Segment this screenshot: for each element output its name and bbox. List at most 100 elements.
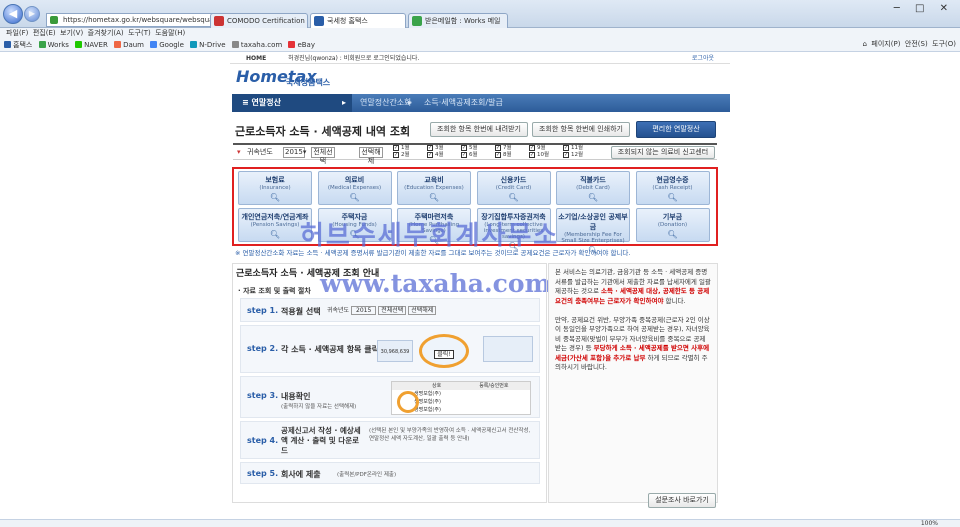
fav-naver[interactable]: NAVER xyxy=(75,39,108,51)
home-icon[interactable]: ⌂ xyxy=(863,40,867,48)
fav-hometax[interactable]: 홈택스 xyxy=(4,39,32,51)
category-card[interactable]: 신용카드 (Credit Card) 🔍︎ xyxy=(476,171,551,205)
chevron-right-icon: ▸ xyxy=(408,98,413,107)
category-subtitle: (Education Expenses) xyxy=(404,185,464,191)
month-checkbox[interactable]: ✓ 10월 xyxy=(529,152,549,159)
fav-ndrive[interactable]: N-Drive xyxy=(190,39,226,51)
month-checkbox[interactable]: ✓ 1월 xyxy=(393,145,410,152)
home-link[interactable]: HOME xyxy=(246,55,266,62)
search-icon: 🔍︎ xyxy=(269,193,281,202)
download-all-button[interactable]: 조회한 항목 한번에 내려받기 xyxy=(430,122,528,137)
tab-works-mail[interactable]: 받은메일함 : Works 메일 xyxy=(408,13,508,28)
menu-view[interactable]: 보기(V) xyxy=(60,29,83,37)
command-bar: ⌂ 페이지(P) 안전(S) 도구(O) xyxy=(863,38,956,51)
category-title: 보험료 xyxy=(265,176,285,184)
category-title: 직불카드 xyxy=(580,176,606,184)
step1-row: step 1. 적용월 선택 귀속년도 2015 전체선택 선택해제 xyxy=(240,298,540,322)
convenient-year-end-button[interactable]: 편리한 연말정산 xyxy=(636,121,716,138)
step4-label: step 4. xyxy=(247,436,279,445)
cmd-tools[interactable]: 도구(O) xyxy=(932,40,956,48)
select-all-button[interactable]: 전체선택 xyxy=(311,147,335,165)
step5-text: 회사에 제출 xyxy=(281,470,321,479)
menu-edit[interactable]: 편집(E) xyxy=(33,29,56,37)
month-checkbox[interactable]: ✓ 9월 xyxy=(529,145,546,152)
guide-subtitle: · 자료 조회 및 출력 절차 xyxy=(238,287,311,295)
print-all-button[interactable]: 조회한 항목 한번에 인쇄하기 xyxy=(532,122,630,137)
category-title: 신용카드 xyxy=(500,176,527,184)
month-checkbox[interactable]: ✓ 7월 xyxy=(495,145,512,152)
month-label: 11월 xyxy=(571,145,584,151)
nav-crumb-deduction[interactable]: 소득·세액공제조회/발급 xyxy=(424,94,503,112)
menu-file[interactable]: 파일(F) xyxy=(6,29,28,37)
hometax-tab-icon xyxy=(314,16,324,26)
category-title: 현금영수증 xyxy=(656,176,689,184)
zoom-level[interactable]: 100% xyxy=(921,520,938,527)
nav-year-end[interactable]: ≡ 연말정산 ▸ xyxy=(232,94,352,112)
category-card[interactable]: 현금영수증 (Cash Receipt) 🔍︎ xyxy=(635,171,710,205)
category-card[interactable]: 직불카드 (Debit Card) 🔍︎ xyxy=(556,171,630,205)
step2-click-demo: 클릭! xyxy=(419,334,469,368)
deselect-button[interactable]: 선택해제 xyxy=(359,147,383,165)
month-label: 5월 xyxy=(469,145,478,151)
menu-help[interactable]: 도움말(H) xyxy=(155,29,185,37)
month-label: 10월 xyxy=(537,152,550,158)
step4-row: step 4. 공제신고서 작성 · 예상세액 계산 · 출력 및 다운로드 (… xyxy=(240,421,540,459)
step5-sub: (출력본/PDF온라인 제출) xyxy=(337,472,397,478)
favorites-bar: 홈택스 Works NAVER Daum Google N-Drive taxa… xyxy=(0,39,960,52)
month-label: 2월 xyxy=(401,152,410,158)
step1-text: 적용월 선택 xyxy=(281,307,321,316)
forward-icon[interactable]: ▶ xyxy=(24,6,40,22)
month-checkbox[interactable]: ✓ 6월 xyxy=(461,152,478,159)
cmd-page[interactable]: 페이지(P) xyxy=(871,40,900,48)
step3-row: step 3. 내용확인 (출력하지 않을 자료는 선택해제) 상호 등록/승인번… xyxy=(240,376,540,418)
category-title: 소기업/소상공인 공제부금 xyxy=(558,213,628,231)
month-checkbox[interactable]: ✓ 11월 xyxy=(563,145,583,152)
month-checkbox[interactable]: ✓ 2월 xyxy=(393,152,410,159)
menu-tools[interactable]: 도구(T) xyxy=(128,29,151,37)
category-subtitle: (Donation) xyxy=(657,222,688,228)
medical-report-center-button[interactable]: 조회되지 않는 의료비 신고센터 xyxy=(611,146,715,159)
survey-button[interactable]: 설문조사 바로가기 xyxy=(648,493,716,508)
fav-daum[interactable]: Daum xyxy=(114,39,144,51)
logout-link[interactable]: 로그아웃 xyxy=(692,53,714,64)
category-subtitle: (Medical Expenses) xyxy=(327,185,382,191)
category-card[interactable]: 보험료 (Insurance) 🔍︎ xyxy=(238,171,312,205)
step5-row: step 5. 회사에 제출 (출력본/PDF온라인 제출) xyxy=(240,462,540,484)
month-label: 6월 xyxy=(469,152,478,158)
month-label: 1월 xyxy=(401,145,410,151)
menu-favorites[interactable]: 즐겨찾기(A) xyxy=(88,29,124,37)
tab-comodo[interactable]: COMODO Certification ... xyxy=(210,13,308,28)
login-status: 허경진님(qwonza) : 비회원으로 로그인되었습니다. xyxy=(288,55,420,62)
category-subtitle: (Insurance) xyxy=(259,185,291,191)
category-card[interactable]: 교육비 (Education Expenses) 🔍︎ xyxy=(397,171,471,205)
month-checkbox[interactable]: ✓ 4월 xyxy=(427,152,444,159)
category-title: 기부금 xyxy=(662,213,683,221)
fav-works[interactable]: Works xyxy=(38,39,69,51)
month-checkbox[interactable]: ✓ 8월 xyxy=(495,152,512,159)
top-utility-strip: HOME 허경진님(qwonza) : 비회원으로 로그인되었습니다. 로그아웃 xyxy=(230,53,730,64)
nav-crumb-simplified[interactable]: 연말정산간소화 xyxy=(360,94,412,112)
search-icon: 🔍︎ xyxy=(428,193,440,202)
year-label: 귀속년도 xyxy=(247,148,273,156)
page-title: 근로소득자 소득 · 세액공제 내역 조회 xyxy=(235,125,411,138)
search-icon: 🔍︎ xyxy=(349,193,360,202)
fav-google[interactable]: Google xyxy=(150,39,184,51)
category-card[interactable]: 의료비 (Medical Expenses) 🔍︎ xyxy=(317,171,392,205)
back-icon[interactable]: ◀ xyxy=(3,4,23,24)
month-label: 4월 xyxy=(435,152,444,158)
fav-ebay[interactable]: eBay xyxy=(288,39,315,51)
watermark-office: 허브수세무회계사무소 xyxy=(300,221,560,251)
month-checkbox[interactable]: ✓ 3월 xyxy=(427,145,444,152)
fav-taxaha[interactable]: taxaha.com xyxy=(231,39,282,51)
step2-text: 각 소득 · 세액공제 항목 클릭 xyxy=(281,345,379,354)
cmd-safety[interactable]: 안전(S) xyxy=(905,40,928,48)
month-checkbox[interactable]: ✓ 5월 xyxy=(461,145,478,152)
category-card[interactable]: 소기업/소상공인 공제부금 (Membership Fee For Small S… xyxy=(556,208,630,255)
menu-bar: 파일(F) 편집(E) 보기(V) 즐겨찾기(A) 도구(T) 도움말(H) xyxy=(0,28,960,39)
tab-hometax[interactable]: 국세청 홈택스 xyxy=(310,13,406,28)
category-card[interactable]: 기부금 (Donation) 🔍︎ xyxy=(635,208,710,242)
mail-icon xyxy=(412,16,422,26)
month-checkbox[interactable]: ✓ 12월 xyxy=(563,152,583,159)
year-select[interactable]: 2015▾ xyxy=(283,147,306,158)
window-controls[interactable]: ─ □ ✕ xyxy=(894,3,954,14)
